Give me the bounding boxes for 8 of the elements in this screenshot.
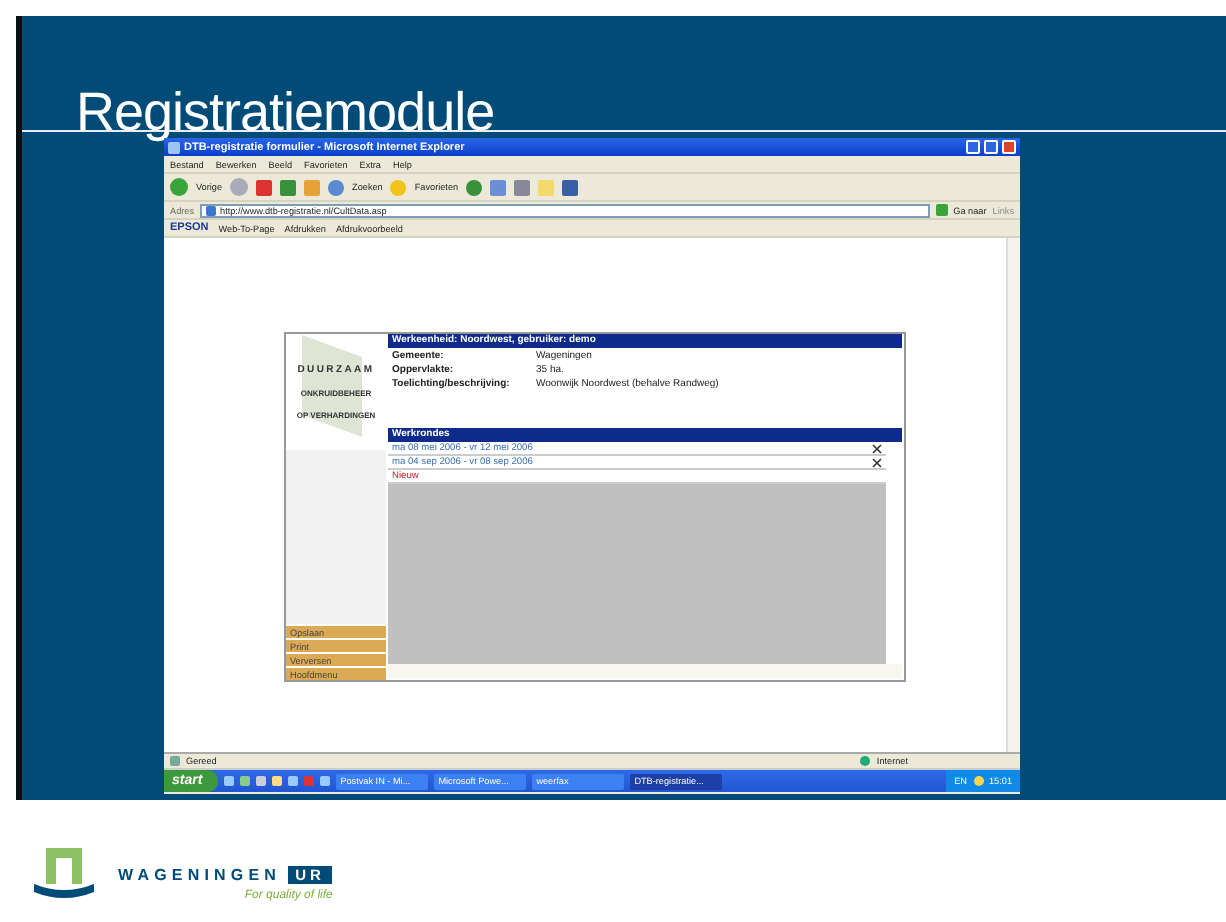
slide-title: Registratiemodule (76, 82, 495, 142)
delete-icon[interactable] (872, 443, 882, 453)
maximize-button[interactable] (984, 140, 998, 154)
delete-icon[interactable] (872, 457, 882, 467)
logo-icon (34, 848, 94, 904)
brand-name: WAGENINGEN (118, 866, 282, 884)
minimize-button[interactable] (966, 140, 980, 154)
close-button[interactable] (1002, 140, 1016, 154)
